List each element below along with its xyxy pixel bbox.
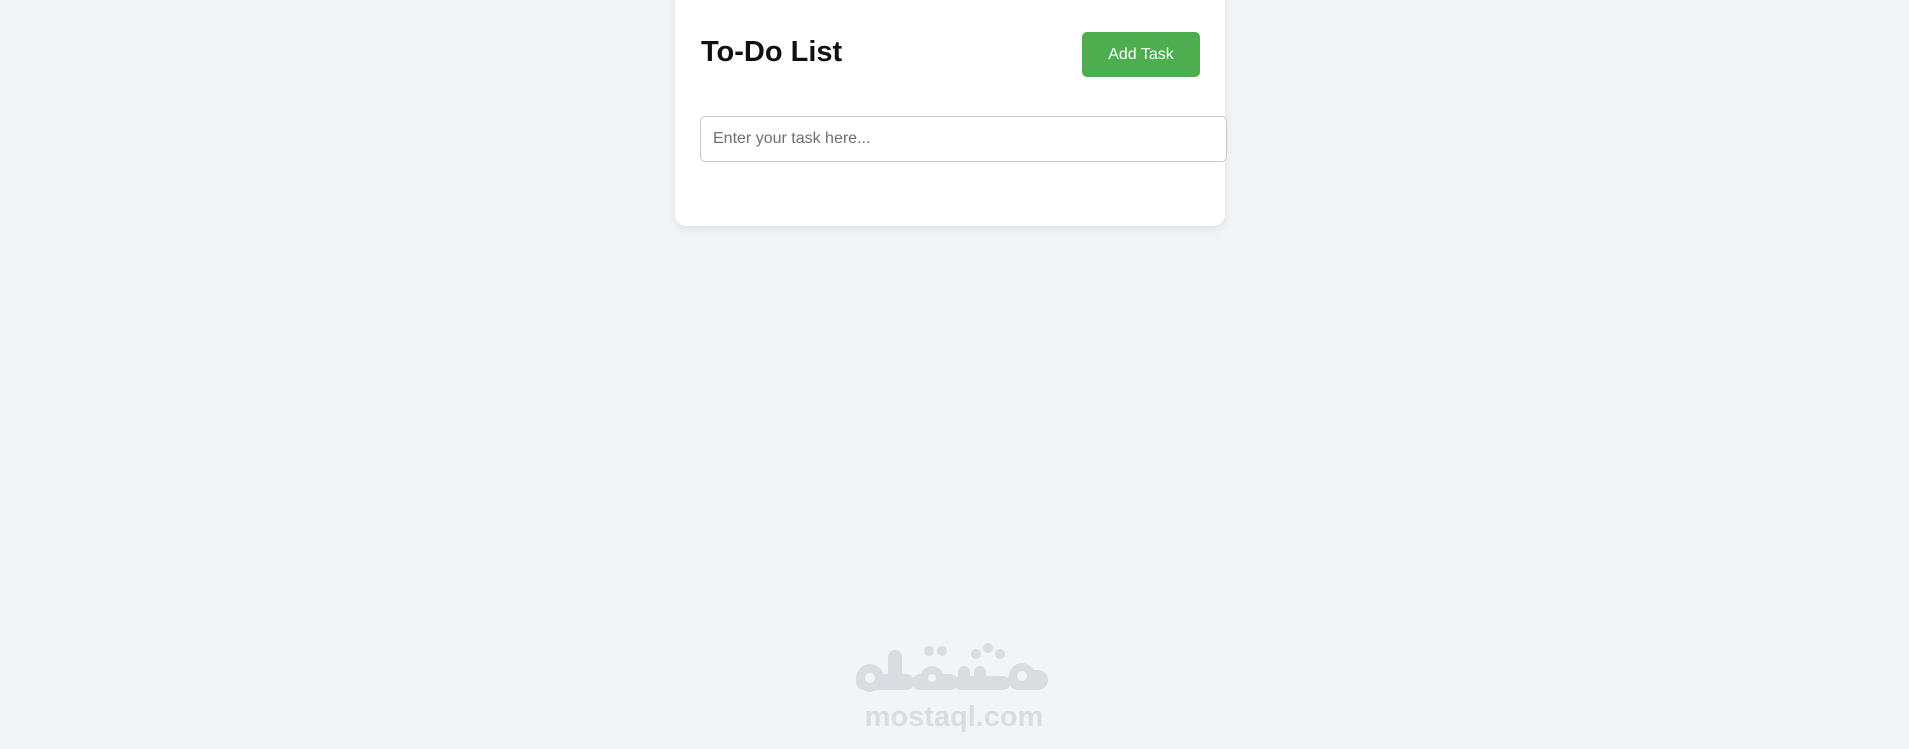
- page: To-Do List Add Task Enter your task here…: [0, 0, 1909, 749]
- add-task-button[interactable]: Add Task: [1082, 32, 1200, 77]
- task-input[interactable]: [700, 116, 1227, 162]
- watermark: mostaql.com: [854, 640, 1054, 732]
- mostaql-logo: [856, 643, 1048, 692]
- todo-card: To-Do List Add Task: [675, 0, 1227, 226]
- page-title: To-Do List: [701, 36, 843, 68]
- watermark-domain: mostaql.com: [864, 701, 1044, 733]
